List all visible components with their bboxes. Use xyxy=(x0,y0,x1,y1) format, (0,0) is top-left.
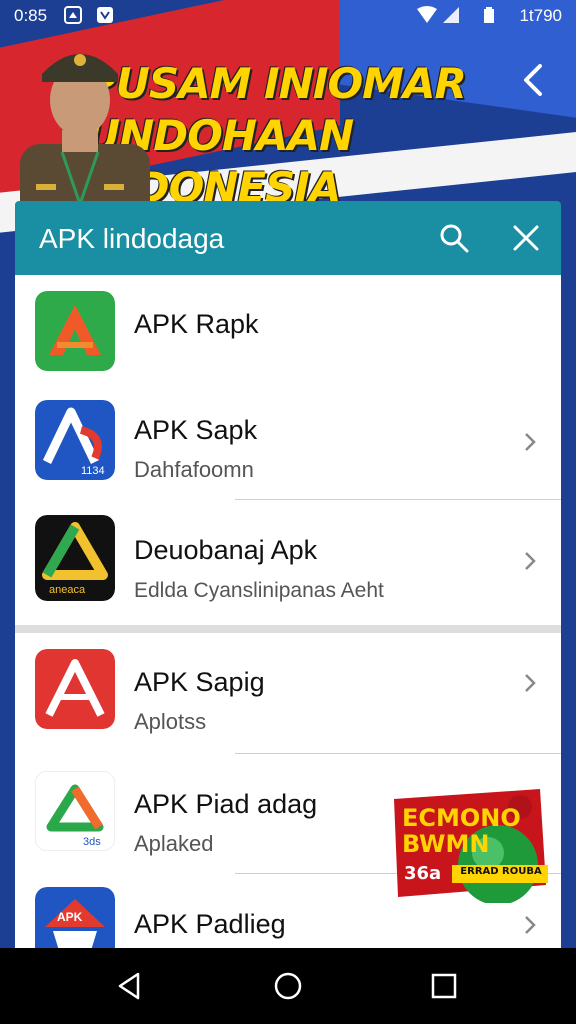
search-header: APK lindodaga xyxy=(15,201,561,275)
promo-line-3: 36a xyxy=(404,863,442,884)
app-subtitle: Aplotss xyxy=(134,709,207,734)
home-nav-icon[interactable] xyxy=(272,970,304,1002)
icon-caption: APK xyxy=(57,910,83,924)
search-icon[interactable] xyxy=(439,223,469,253)
icon-caption: aneaca xyxy=(49,584,86,596)
recents-nav-icon[interactable] xyxy=(428,970,460,1002)
chevron-right-icon[interactable] xyxy=(520,913,540,937)
back-arrow-icon[interactable] xyxy=(516,60,550,100)
app-title: APK Piad adag xyxy=(134,789,318,819)
promo-badge[interactable]: ECMONO BWMN 36a ERRAD ROUBA xyxy=(390,785,552,903)
apk-ship-icon: APK xyxy=(35,887,115,949)
triangle-a-icon: aneaca xyxy=(35,515,115,601)
app-subtitle: Dahfafoomn xyxy=(134,457,254,482)
list-divider xyxy=(235,753,561,754)
wifi-icon xyxy=(417,6,437,23)
promo-line-2: BWMN xyxy=(402,830,490,858)
list-item-deuobanaj-apk[interactable]: aneaca Deuobanaj Apk Edlda Cyanslinipana… xyxy=(15,501,561,623)
system-nav-bar xyxy=(0,948,576,1024)
list-item-apk-sapig[interactable]: APK Sapig Aplotss xyxy=(15,633,561,751)
orange-a-icon xyxy=(35,291,115,371)
promo-line-1: ECMONO xyxy=(402,804,521,832)
chevron-right-icon[interactable] xyxy=(520,671,540,695)
close-icon[interactable] xyxy=(511,223,541,253)
icon-caption: 3ds xyxy=(83,836,101,848)
status-bar: 0:85 1t790 xyxy=(0,0,576,32)
app-title: APK Rapk xyxy=(134,309,259,339)
home-icon xyxy=(64,6,82,24)
app-title: APK Sapk xyxy=(134,415,258,445)
chevron-right-icon[interactable] xyxy=(520,549,540,573)
list-item-apk-rapk[interactable]: APK Rapk xyxy=(15,275,561,383)
signal-icon xyxy=(443,7,459,23)
section-separator xyxy=(15,625,561,633)
blue-a-icon: 1134 xyxy=(35,400,115,480)
status-time: 0:85 xyxy=(14,6,48,25)
red-a-icon xyxy=(35,649,115,729)
chevron-right-icon[interactable] xyxy=(520,430,540,454)
app-title: APK Padlieg xyxy=(134,909,286,939)
list-divider xyxy=(235,499,561,500)
search-query-text[interactable]: APK lindodaga xyxy=(39,223,224,255)
icon-caption: 1134 xyxy=(81,465,105,477)
list-item-apk-sapk[interactable]: 1134 APK Sapk Dahfafoomn xyxy=(15,385,561,497)
battery-icon xyxy=(484,7,494,23)
green-a-icon: 3ds xyxy=(35,771,115,851)
status-clock-right: 1t790 xyxy=(519,6,562,25)
back-nav-icon[interactable] xyxy=(114,970,146,1002)
promo-ribbon: ERRAD ROUBA xyxy=(460,866,542,877)
app-subtitle: Aplaked xyxy=(134,831,214,856)
app-title: APK Sapig xyxy=(134,667,265,697)
notification-icon xyxy=(97,7,113,23)
app-title: Deuobanaj Apk xyxy=(134,535,318,565)
app-subtitle: Edlda Cyanslinipanas Aeht xyxy=(134,579,384,602)
